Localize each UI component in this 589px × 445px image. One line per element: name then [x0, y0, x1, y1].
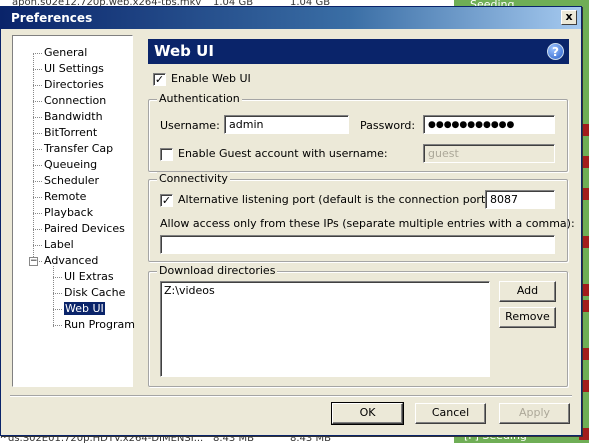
tree-line — [33, 245, 42, 246]
tree-item-label: Directories — [44, 78, 104, 91]
tree-line — [53, 293, 62, 294]
ok-button[interactable]: OK — [331, 402, 404, 425]
tree-line — [33, 101, 42, 102]
help-icon[interactable]: ? — [547, 43, 564, 60]
tree-item-label: General — [44, 46, 88, 59]
tree-line — [33, 69, 42, 70]
tree-line — [33, 181, 42, 182]
remove-directory-button[interactable]: Remove — [499, 307, 556, 328]
tree-item-label: Run Program — [64, 318, 136, 331]
tree-line — [53, 266, 54, 327]
tree-line — [33, 213, 42, 214]
tree-item-label: Web UI — [64, 302, 105, 315]
tree-line — [33, 229, 42, 230]
authentication-group-title: Authentication — [157, 92, 242, 106]
add-directory-button[interactable]: Add — [499, 281, 556, 302]
collapse-icon[interactable]: − — [29, 257, 38, 266]
guest-username-input[interactable]: guest — [423, 144, 555, 163]
tree-line — [33, 133, 42, 134]
window-title: Preferences — [11, 11, 93, 25]
tree-item-ui-settings[interactable]: UI Settings — [44, 62, 104, 76]
alternative-port-label: Alternative listening port (default is t… — [178, 193, 494, 206]
enable-webui-checkbox[interactable]: ✓ — [153, 73, 166, 86]
tree-item-queueing[interactable]: Queueing — [44, 158, 97, 172]
close-button[interactable]: x — [561, 10, 577, 25]
username-label: Username: — [160, 119, 220, 132]
tree-line — [33, 149, 42, 150]
tree-line — [53, 325, 62, 326]
panel-title: Web UI — [154, 42, 214, 60]
connectivity-group-title: Connectivity — [157, 172, 230, 186]
tree-line — [53, 277, 62, 278]
directory-list-item[interactable]: Z:\videos — [164, 284, 486, 298]
download-directories-group-title: Download directories — [157, 264, 278, 278]
tree-item-label: Playback — [44, 206, 94, 219]
tree-line — [33, 165, 42, 166]
alternative-port-checkbox[interactable]: ✓ — [160, 194, 173, 207]
footer-separator — [10, 395, 572, 397]
username-input[interactable]: admin — [224, 115, 349, 134]
tree-item-web-ui[interactable]: Web UI — [64, 302, 105, 316]
tree-item-ui-extras[interactable]: UI Extras — [64, 270, 114, 284]
tree-item-label: Remote — [44, 190, 87, 203]
category-tree[interactable]: General UI Settings Directories Connection B… — [12, 35, 135, 387]
tree-item-bandwidth[interactable]: Bandwidth — [44, 110, 103, 124]
close-icon: x — [565, 10, 573, 23]
tree-item-bittorrent[interactable]: BitTorrent — [44, 126, 97, 140]
preferences-window: Preferences x General UI Settings Director… — [0, 6, 582, 436]
tree-item-connection[interactable]: Connection — [44, 94, 106, 108]
tree-item-label: Paired Devices — [44, 222, 125, 235]
download-directories-list[interactable]: Z:\videos — [160, 281, 490, 377]
tree-item-label: Disk Cache — [64, 286, 126, 299]
tree-item-label: UI Extras — [64, 270, 114, 283]
apply-button[interactable]: Apply — [499, 403, 570, 424]
tree-item-label: Connection — [44, 94, 107, 107]
allow-ip-label: Allow access only from these IPs (separa… — [160, 217, 575, 230]
tree-item-label: UI Settings — [44, 62, 104, 75]
tree-item-transfer-cap[interactable]: Transfer Cap — [44, 142, 113, 156]
cancel-button[interactable]: Cancel — [415, 403, 486, 424]
tree-item-label[interactable]: Label — [44, 238, 74, 252]
tree-item-remote[interactable]: Remote — [44, 190, 86, 204]
tree-item-label: Bandwidth — [44, 110, 103, 123]
tree-item-label: Queueing — [44, 158, 98, 171]
alternative-port-input[interactable]: 8087 — [485, 190, 555, 209]
guest-account-checkbox[interactable] — [160, 148, 173, 161]
tree-item-run-program[interactable]: Run Program — [64, 318, 135, 332]
tree-item-general[interactable]: General — [44, 46, 87, 60]
password-input[interactable]: ●●●●●●●●●●● — [423, 115, 555, 134]
tree-item-directories[interactable]: Directories — [44, 78, 104, 92]
panel-header: Web UI ? — [148, 39, 569, 64]
enable-webui-label: Enable Web UI — [171, 72, 251, 85]
tree-item-label: BitTorrent — [44, 126, 98, 139]
tree-item-label: Transfer Cap — [44, 142, 114, 155]
tree-item-playback[interactable]: Playback — [44, 206, 93, 220]
password-label: Password: — [360, 119, 416, 132]
tree-item-disk-cache[interactable]: Disk Cache — [64, 286, 125, 300]
tree-line — [33, 53, 42, 54]
tree-item-label: Label — [44, 238, 74, 251]
tree-item-paired-devices[interactable]: Paired Devices — [44, 222, 125, 236]
tree-line — [53, 309, 62, 310]
guest-account-label: Enable Guest account with username: — [178, 147, 388, 160]
tree-line — [33, 117, 42, 118]
tree-item-label: Scheduler — [44, 174, 100, 187]
tree-line — [33, 197, 42, 198]
tree-item-scheduler[interactable]: Scheduler — [44, 174, 99, 188]
allow-ip-input[interactable] — [160, 235, 555, 254]
title-bar[interactable]: Preferences x — [1, 7, 581, 29]
tree-line — [33, 85, 42, 86]
